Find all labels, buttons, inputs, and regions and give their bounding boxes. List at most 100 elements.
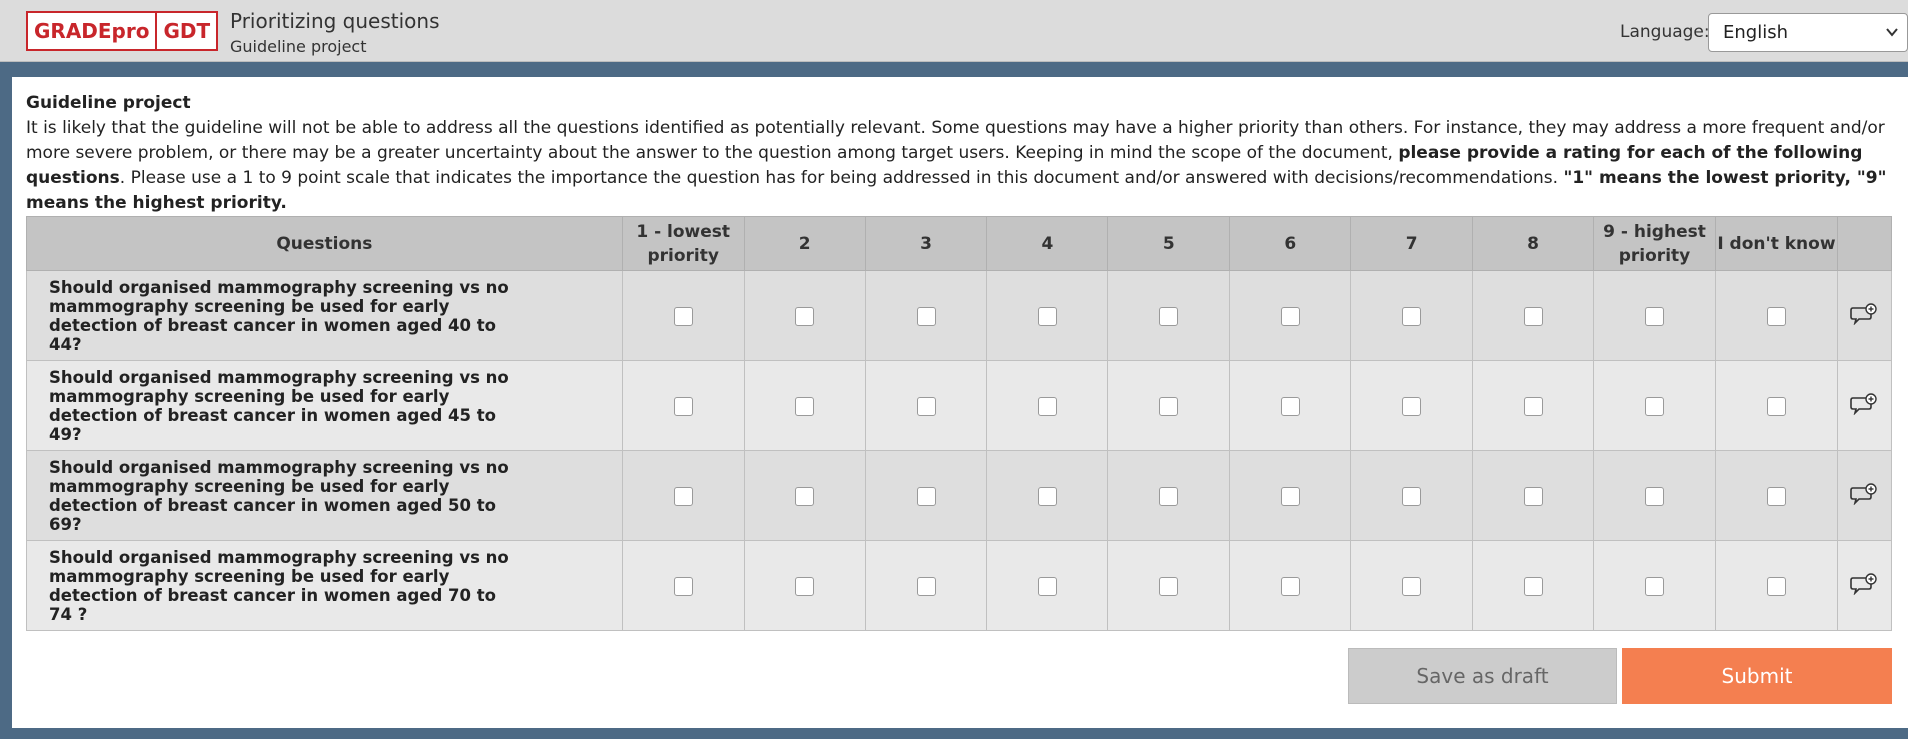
language-label: Language: xyxy=(1620,22,1710,42)
rating-checkbox-3[interactable] xyxy=(916,486,936,506)
comment-cell xyxy=(1836,360,1893,451)
rating-checkbox-3[interactable] xyxy=(916,576,936,596)
col-header-1: 1 - lowest priority xyxy=(621,216,745,271)
table-row: Should organised mammography screening v… xyxy=(26,360,1893,451)
rating-checkbox-4[interactable] xyxy=(1037,486,1057,506)
rating-checkbox-4[interactable] xyxy=(1037,576,1057,596)
table-header-row: Questions 1 - lowest priority 2 3 4 5 6 7… xyxy=(26,216,1893,271)
rating-checkbox-3[interactable] xyxy=(916,306,936,326)
rating-cell xyxy=(1229,270,1352,361)
col-header-3: 3 xyxy=(864,216,988,271)
rating-checkbox-6[interactable] xyxy=(1280,486,1300,506)
rating-cell xyxy=(864,450,988,541)
rating-cell xyxy=(1350,450,1474,541)
rating-cell xyxy=(743,360,866,451)
rating-cell xyxy=(1472,450,1595,541)
rating-checkbox-4[interactable] xyxy=(1037,396,1057,416)
rating-cell xyxy=(1107,360,1231,451)
comment-cell xyxy=(1836,450,1893,541)
rating-cell xyxy=(1714,360,1838,451)
rating-checkbox-7[interactable] xyxy=(1402,306,1422,326)
question-text: Should organised mammography screening v… xyxy=(26,360,623,451)
rating-checkbox-5[interactable] xyxy=(1159,486,1179,506)
rating-checkbox-7[interactable] xyxy=(1402,486,1422,506)
rating-checkbox-4[interactable] xyxy=(1037,306,1057,326)
col-header-7: 7 xyxy=(1350,216,1474,271)
col-header-9-line1: 9 - highest xyxy=(1603,221,1706,242)
rating-cell xyxy=(1714,540,1838,631)
question-text: Should organised mammography screening v… xyxy=(26,540,623,631)
rating-cell xyxy=(986,360,1109,451)
language-select[interactable]: English xyxy=(1708,13,1908,52)
rating-cell xyxy=(1714,450,1838,541)
rating-cell xyxy=(1472,540,1595,631)
col-header-1-line2: priority xyxy=(647,245,719,266)
rating-checkbox-8[interactable] xyxy=(1523,486,1543,506)
col-header-9-line2: priority xyxy=(1618,245,1691,266)
rating-checkbox-7[interactable] xyxy=(1402,576,1422,596)
col-header-1-line1: 1 - lowest xyxy=(636,221,731,242)
rating-checkbox-8[interactable] xyxy=(1523,396,1543,416)
comment-add-icon[interactable] xyxy=(1850,392,1878,419)
language-value: English xyxy=(1723,22,1788,43)
intro-text: Guideline project It is likely that the … xyxy=(26,91,1896,216)
intro-text-2: . Please use a 1 to 9 point scale that i… xyxy=(119,168,1564,188)
rating-checkbox-1[interactable] xyxy=(673,306,693,326)
rating-cell xyxy=(621,270,745,361)
rating-checkbox-1[interactable] xyxy=(673,396,693,416)
comment-cell xyxy=(1836,540,1893,631)
col-header-2: 2 xyxy=(743,216,866,271)
rating-cell xyxy=(1350,270,1474,361)
rating-checkbox-5[interactable] xyxy=(1159,306,1179,326)
save-as-draft-button[interactable]: Save as draft xyxy=(1348,648,1617,704)
rating-checkbox-dont-know[interactable] xyxy=(1766,486,1786,506)
comment-add-icon[interactable] xyxy=(1850,482,1878,509)
rating-cell xyxy=(864,360,988,451)
comment-add-icon[interactable] xyxy=(1850,572,1878,599)
prioritization-table: Questions 1 - lowest priority 2 3 4 5 6 7… xyxy=(26,216,1893,631)
comment-add-icon[interactable] xyxy=(1850,302,1878,329)
rating-checkbox-8[interactable] xyxy=(1523,306,1543,326)
rating-checkbox-6[interactable] xyxy=(1280,306,1300,326)
rating-checkbox-7[interactable] xyxy=(1402,396,1422,416)
rating-checkbox-9[interactable] xyxy=(1644,306,1664,326)
col-header-dont-know: I don't know xyxy=(1714,216,1838,271)
table-row: Should organised mammography screening v… xyxy=(26,450,1893,541)
rating-checkbox-5[interactable] xyxy=(1159,576,1179,596)
rating-checkbox-8[interactable] xyxy=(1523,576,1543,596)
rating-cell xyxy=(1229,540,1352,631)
rating-checkbox-2[interactable] xyxy=(795,396,815,416)
rating-checkbox-9[interactable] xyxy=(1644,396,1664,416)
question-text: Should organised mammography screening v… xyxy=(26,450,623,541)
rating-checkbox-9[interactable] xyxy=(1644,486,1664,506)
rating-checkbox-2[interactable] xyxy=(795,306,815,326)
col-header-questions: Questions xyxy=(26,216,623,271)
rating-cell xyxy=(1472,360,1595,451)
rating-cell xyxy=(1350,360,1474,451)
rating-checkbox-dont-know[interactable] xyxy=(1766,576,1786,596)
rating-cell xyxy=(864,270,988,361)
col-header-8: 8 xyxy=(1472,216,1595,271)
rating-checkbox-6[interactable] xyxy=(1280,576,1300,596)
rating-cell xyxy=(1229,360,1352,451)
rating-checkbox-1[interactable] xyxy=(673,486,693,506)
rating-checkbox-2[interactable] xyxy=(795,576,815,596)
col-header-9: 9 - highest priority xyxy=(1593,216,1716,271)
chevron-down-icon xyxy=(1885,14,1899,66)
logo-text-left: GRADEpro xyxy=(34,19,150,43)
rating-cell xyxy=(1593,270,1716,361)
rating-cell xyxy=(1714,270,1838,361)
rating-checkbox-3[interactable] xyxy=(916,396,936,416)
rating-checkbox-dont-know[interactable] xyxy=(1766,306,1786,326)
rating-checkbox-2[interactable] xyxy=(795,486,815,506)
rating-cell xyxy=(1472,270,1595,361)
col-header-comment xyxy=(1836,216,1893,271)
rating-checkbox-9[interactable] xyxy=(1644,576,1664,596)
rating-checkbox-1[interactable] xyxy=(673,576,693,596)
question-text: Should organised mammography screening v… xyxy=(26,270,623,361)
rating-checkbox-dont-know[interactable] xyxy=(1766,396,1786,416)
rating-checkbox-6[interactable] xyxy=(1280,396,1300,416)
rating-checkbox-5[interactable] xyxy=(1159,396,1179,416)
table-row: Should organised mammography screening v… xyxy=(26,540,1893,631)
submit-button[interactable]: Submit xyxy=(1622,648,1892,704)
